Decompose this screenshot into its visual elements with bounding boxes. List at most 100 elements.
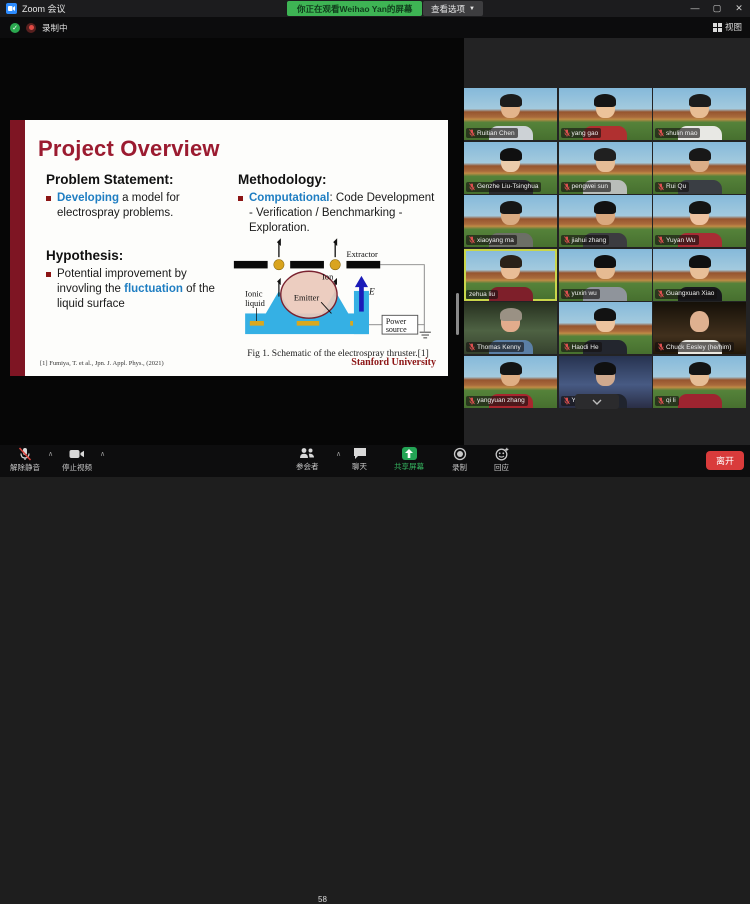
shared-screen-area: Project Overview Problem Statement: Deve… xyxy=(0,38,464,445)
chevron-down-icon xyxy=(592,399,602,405)
chat-button[interactable]: 聊天 xyxy=(352,447,367,472)
stop-video-button[interactable]: 停止视频 xyxy=(62,447,92,473)
label-e-field: E xyxy=(368,288,375,298)
participant-name: Ruitian Chen xyxy=(477,130,515,137)
participant-tile[interactable]: jiahui zhang xyxy=(559,195,652,247)
scrollbar-thumb[interactable] xyxy=(456,293,459,335)
participant-tile[interactable]: Genzhe Liu-Tsinghua xyxy=(464,142,557,194)
participant-name: Yuyan Wu xyxy=(666,237,696,244)
participant-name: Thomas Kenny xyxy=(477,344,521,351)
participant-tile[interactable]: xiaoyang ma xyxy=(464,195,557,247)
meeting-statusbar: ✓ 录制中 视图 xyxy=(0,17,750,38)
meeting-toolbar: 解除静音 ∧ 停止视频 ∧ 参会者 58 ∧ 聊天 共享屏幕 xyxy=(0,445,750,477)
participant-name-tag: Chuck Eesley (he/him) xyxy=(655,342,734,352)
security-shield-icon[interactable]: ✓ xyxy=(10,23,20,33)
share-screen-button[interactable]: 共享屏幕 xyxy=(394,447,424,472)
problem-heading: Problem Statement: xyxy=(46,172,216,187)
view-options-button[interactable]: 查看选项 ▼ xyxy=(423,1,483,16)
participant-hair xyxy=(689,255,711,268)
participant-name: shulin mao xyxy=(666,130,697,137)
window-titlebar: Zoom 会议 你正在观看Weihao Yan的屏幕 查看选项 ▼ — ▢ ✕ xyxy=(0,0,750,17)
muted-mic-icon xyxy=(658,183,664,191)
participant-tile[interactable]: Haodi He xyxy=(559,302,652,354)
bullet-icon xyxy=(238,196,243,201)
reactions-button[interactable]: 回应 xyxy=(494,447,509,473)
participant-name: yangyuan zhang xyxy=(477,397,525,404)
participant-tile[interactable]: Ruitian Chen xyxy=(464,88,557,140)
chat-bubble-icon xyxy=(353,447,367,460)
slide-citation: [1] Fumiya, T. et al., Jpn. J. Appl. Phy… xyxy=(40,360,164,367)
participant-tile[interactable]: yuxin wu xyxy=(559,249,652,301)
bullet-icon xyxy=(46,272,51,277)
close-button[interactable]: ✕ xyxy=(728,0,750,16)
muted-mic-icon xyxy=(658,236,664,244)
maximize-button[interactable]: ▢ xyxy=(706,0,728,16)
muted-mic-icon xyxy=(564,397,570,405)
participant-hair xyxy=(500,255,522,268)
muted-mic-icon xyxy=(564,236,570,244)
participant-tile[interactable]: Guangxuan Xiao xyxy=(653,249,746,301)
participant-name: qi li xyxy=(666,397,676,404)
muted-mic-icon xyxy=(658,290,664,298)
participant-tile[interactable]: shulin mao xyxy=(653,88,746,140)
participant-name: Haodi He xyxy=(572,344,599,351)
participant-hair xyxy=(500,308,522,321)
participant-name-tag: jiahui zhang xyxy=(561,235,610,245)
participant-tile[interactable]: yangyuan zhang xyxy=(464,356,557,408)
muted-mic-icon xyxy=(658,129,664,137)
participant-tile[interactable]: Chuck Eesley (he/him) xyxy=(653,302,746,354)
camera-icon xyxy=(69,447,85,461)
app-title: Zoom 会议 xyxy=(22,2,66,15)
participant-name-tag: xiaoyang ma xyxy=(466,235,517,245)
muted-mic-icon xyxy=(658,343,664,351)
participant-tile[interactable]: pengwei sun xyxy=(559,142,652,194)
view-layout-button[interactable]: 视图 xyxy=(713,21,742,33)
minimize-button[interactable]: — xyxy=(684,0,706,16)
participant-name: Genzhe Liu-Tsinghua xyxy=(477,183,538,190)
participant-hair xyxy=(500,148,522,161)
participant-body xyxy=(678,394,722,408)
share-screen-icon xyxy=(402,447,417,460)
muted-mic-icon xyxy=(469,183,475,191)
presentation-slide: Project Overview Problem Statement: Deve… xyxy=(10,120,448,376)
label-ion: Ion xyxy=(322,272,334,282)
participants-count: 58 xyxy=(318,895,327,904)
participant-hair xyxy=(500,362,522,375)
electrospray-thruster-diagram: Extractor Ion Ionic liquid Emitter E Pow… xyxy=(232,238,444,342)
scroll-down-button[interactable] xyxy=(575,394,619,409)
participant-tile[interactable]: yang gao xyxy=(559,88,652,140)
participant-name-tag: shulin mao xyxy=(655,128,700,138)
problem-text: Developing a model for electrospray prob… xyxy=(57,191,216,221)
grid-view-icon xyxy=(713,23,722,32)
label-liquid: liquid xyxy=(245,298,265,308)
participant-face xyxy=(690,311,709,332)
participant-tile[interactable]: Rui Qu xyxy=(653,142,746,194)
mic-options-chevron[interactable]: ∧ xyxy=(48,450,53,458)
participants-button[interactable]: 参会者 xyxy=(296,447,319,472)
participant-tile[interactable]: qi li xyxy=(653,356,746,408)
participants-options-chevron[interactable]: ∧ xyxy=(336,450,341,458)
leave-button[interactable]: 离开 xyxy=(706,451,744,470)
chevron-down-icon: ▼ xyxy=(469,6,475,12)
unmute-button[interactable]: 解除静音 xyxy=(10,447,40,473)
methodology-text: Computational: Code Development - Verifi… xyxy=(249,191,438,236)
record-button[interactable]: 录制 xyxy=(452,447,467,473)
watching-screen-badge: 你正在观看Weihao Yan的屏幕 xyxy=(287,1,422,16)
hypothesis-text: Potential improvement by invovling the f… xyxy=(57,267,226,312)
muted-mic-icon xyxy=(564,183,570,191)
label-extractor: Extractor xyxy=(346,249,378,259)
muted-mic-icon xyxy=(564,290,570,298)
participant-hair xyxy=(500,201,522,214)
participant-name: jiahui zhang xyxy=(572,237,607,244)
participant-tile[interactable]: zehua liu xyxy=(464,249,557,301)
participant-tile[interactable]: Yuyan Wu xyxy=(653,195,746,247)
video-options-chevron[interactable]: ∧ xyxy=(100,450,105,458)
main-content: Project Overview Problem Statement: Deve… xyxy=(0,38,750,445)
participant-name-tag: yangyuan zhang xyxy=(466,396,528,406)
university-label: Stanford University xyxy=(351,357,436,368)
participant-name-tag: Genzhe Liu-Tsinghua xyxy=(466,182,541,192)
participant-hair xyxy=(689,362,711,375)
participant-name-tag: zehua liu xyxy=(466,290,498,299)
reaction-smiley-icon xyxy=(495,447,509,461)
participant-tile[interactable]: Thomas Kenny xyxy=(464,302,557,354)
